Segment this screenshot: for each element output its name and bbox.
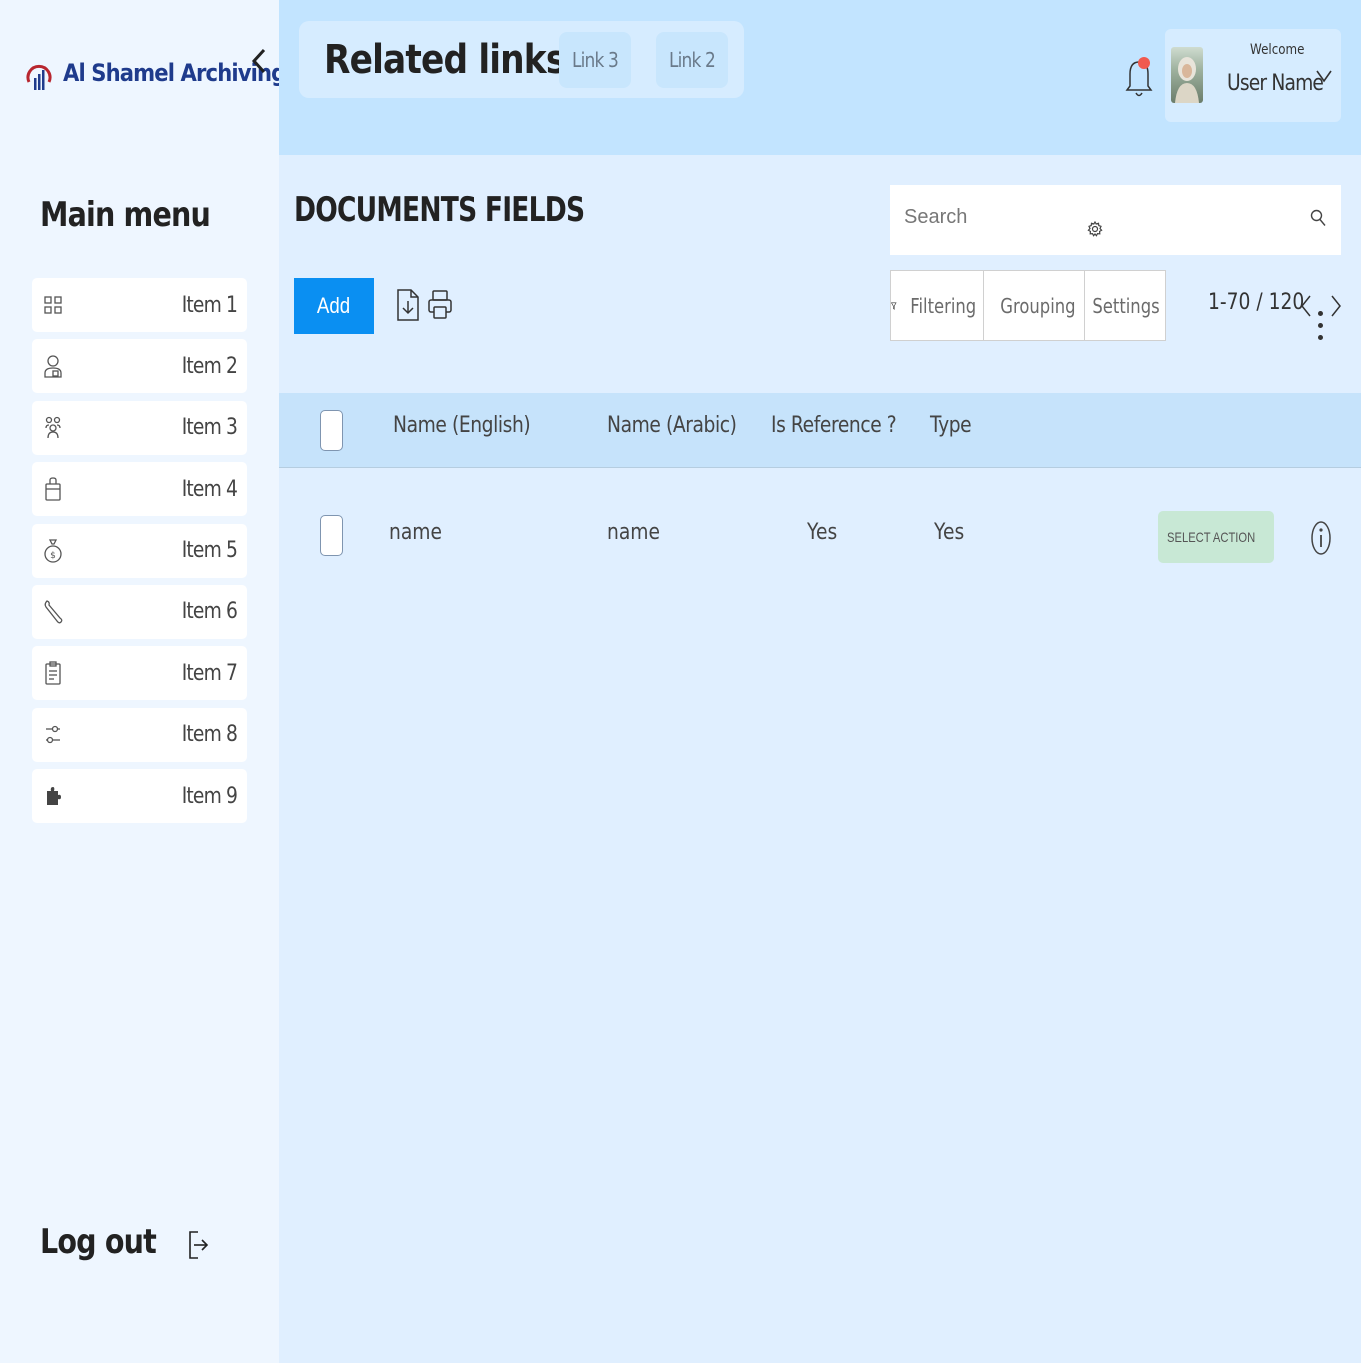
print-icon[interactable]	[427, 288, 453, 322]
grid-icon	[42, 294, 64, 316]
filter-group-settings-bar: Filtering Grouping Settings	[890, 270, 1166, 341]
search-icon[interactable]	[1310, 209, 1326, 227]
user-name: User Name	[1227, 71, 1324, 96]
grouping-label: Grouping	[1000, 293, 1076, 318]
sidebar-item-label: Item 9	[181, 783, 238, 809]
row-checkbox[interactable]	[320, 515, 343, 556]
brand: Al Shamel Archiving	[25, 48, 316, 98]
download-file-icon[interactable]	[395, 288, 421, 322]
related-links-title: Related links	[324, 37, 566, 83]
sidebar-item-label: Item 5	[181, 538, 238, 564]
select-action-dropdown[interactable]: SELECT ACTION	[1158, 511, 1274, 563]
grouping-button[interactable]: Grouping	[984, 271, 1085, 340]
wrench-icon	[42, 600, 64, 624]
more-options-icon[interactable]	[1316, 311, 1324, 347]
clipboard-icon	[42, 661, 64, 685]
sidebar-item-8[interactable]: Item 8	[32, 707, 247, 762]
filtering-button[interactable]: Filtering	[891, 271, 984, 340]
main-menu: Item 1 Item 2 Item 3 Item 4 $ Item 5 Ite…	[32, 278, 247, 831]
cell-name-arabic: name	[607, 520, 661, 545]
bag-icon	[42, 477, 64, 501]
logout-button[interactable]: Log out	[40, 1222, 209, 1262]
sidebar-item-label: Item 1	[181, 292, 238, 318]
top-bar: Related links Link 3 Link 2 Welcome User…	[279, 0, 1361, 155]
filter-icon	[891, 301, 897, 310]
column-header-type[interactable]: Type	[930, 413, 972, 438]
gear-icon[interactable]	[1087, 221, 1103, 237]
sidebar-item-label: Item 6	[181, 599, 238, 625]
brand-logo-icon	[26, 64, 52, 90]
sidebar-item-9[interactable]: Item 9	[32, 769, 247, 824]
puzzle-icon	[42, 785, 64, 807]
filtering-label: Filtering	[909, 293, 976, 318]
sidebar-item-label: Item 4	[181, 476, 238, 502]
cell-name-english: name	[389, 520, 443, 545]
sidebar-item-label: Item 7	[181, 660, 238, 686]
chevron-down-icon	[1316, 70, 1332, 83]
column-header-is-reference[interactable]: Is Reference ?	[771, 413, 897, 438]
add-button[interactable]: Add	[294, 278, 374, 334]
link-2[interactable]: Link 2	[656, 32, 728, 88]
main-menu-title: Main menu	[40, 195, 211, 235]
column-header-name-english[interactable]: Name (English)	[393, 413, 531, 438]
select-all-checkbox[interactable]	[320, 410, 343, 451]
logout-label: Log out	[40, 1222, 157, 1262]
sliders-icon	[42, 724, 64, 746]
logout-icon	[189, 1231, 209, 1259]
select-action-label: SELECT ACTION	[1166, 529, 1256, 545]
column-header-name-arabic[interactable]: Name (Arabic)	[607, 413, 737, 438]
sidebar-item-7[interactable]: Item 7	[32, 646, 247, 701]
pagination-text: 1-70 / 120	[1208, 290, 1305, 315]
search-box	[890, 185, 1341, 255]
link-label: Link 3	[572, 48, 619, 72]
sidebar-item-1[interactable]: Item 1	[32, 278, 247, 332]
sidebar-item-label: Item 3	[181, 415, 238, 441]
page-title: DOCUMENTS FIELDS	[294, 190, 585, 230]
table-row[interactable]: name name Yes Yes SELECT ACTION	[279, 495, 1361, 575]
sidebar-item-label: Item 8	[181, 722, 238, 748]
sidebar-item-label: Item 2	[181, 353, 238, 379]
welcome-text: Welcome	[1250, 42, 1305, 58]
settings-button[interactable]: Settings	[1085, 271, 1167, 340]
settings-label: Settings	[1092, 293, 1160, 318]
avatar	[1171, 47, 1203, 103]
link-label: Link 2	[669, 48, 716, 72]
chevron-left-icon[interactable]	[1300, 292, 1312, 320]
sidebar-item-2[interactable]: Item 2	[32, 339, 247, 394]
search-input[interactable]	[890, 185, 1341, 255]
cell-is-reference: Yes	[807, 520, 838, 545]
collapse-sidebar-chevron-icon[interactable]	[248, 46, 270, 76]
notification-bell-icon[interactable]	[1124, 52, 1154, 102]
sidebar: Al Shamel Archiving Main menu Item 1 Ite…	[0, 0, 286, 1363]
related-links-panel: Related links Link 3 Link 2	[299, 21, 744, 98]
money-bag-icon: $	[42, 538, 64, 563]
svg-text:$: $	[50, 551, 56, 561]
user-icon	[42, 355, 64, 379]
chevron-right-icon[interactable]	[1330, 292, 1342, 320]
user-menu[interactable]: Welcome User Name	[1165, 29, 1341, 122]
sidebar-item-3[interactable]: Item 3	[32, 400, 247, 455]
add-label: Add	[317, 293, 351, 318]
sidebar-item-4[interactable]: Item 4	[32, 462, 247, 517]
link-3[interactable]: Link 3	[559, 32, 631, 88]
info-icon[interactable]	[1310, 520, 1332, 556]
cell-type: Yes	[934, 520, 965, 545]
sidebar-item-5[interactable]: $ Item 5	[32, 523, 247, 578]
table-header: Name (English) Name (Arabic) Is Referenc…	[279, 393, 1361, 468]
sidebar-item-6[interactable]: Item 6	[32, 584, 247, 639]
group-icon	[42, 416, 64, 439]
